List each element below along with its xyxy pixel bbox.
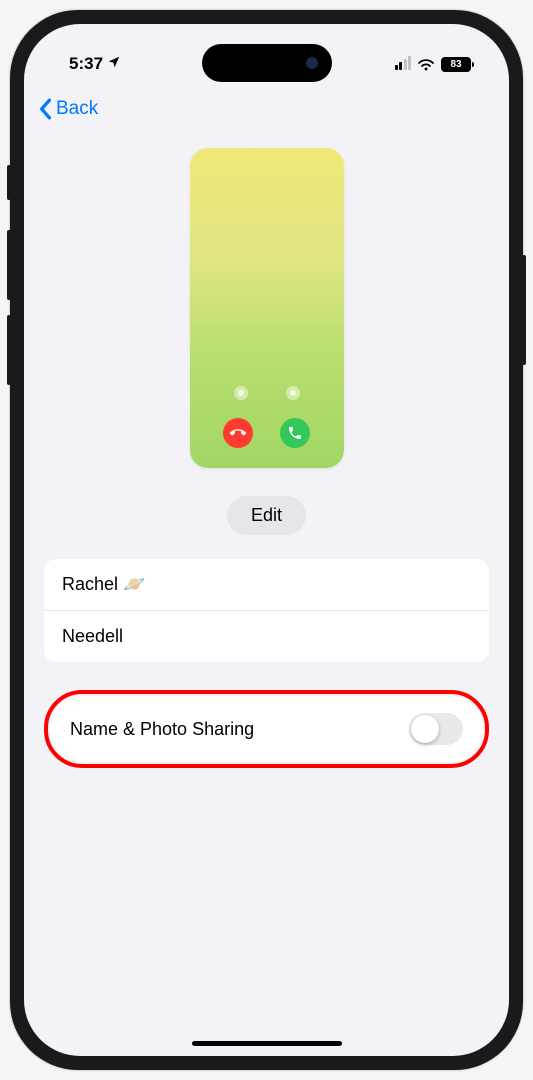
phone-frame: 5:37 83 (10, 10, 523, 1070)
status-left: 5:37 (69, 54, 121, 74)
name-fields-group: Rachel 🪐 Needell (44, 559, 489, 662)
front-camera (306, 57, 318, 69)
back-label: Back (56, 98, 98, 120)
nav-bar: Back (24, 86, 509, 128)
chevron-left-icon (38, 98, 52, 120)
location-icon (107, 54, 121, 74)
status-time: 5:37 (69, 54, 103, 74)
decline-call-icon (223, 418, 253, 448)
wifi-icon (417, 58, 435, 71)
sharing-group: Name & Photo Sharing (50, 696, 483, 762)
last-name-field[interactable]: Needell (44, 611, 489, 662)
sharing-label: Name & Photo Sharing (70, 719, 254, 740)
edit-button[interactable]: Edit (227, 496, 306, 535)
side-button-silence (7, 165, 11, 200)
content: Edit Rachel 🪐 Needell Name & Photo Shari… (24, 128, 509, 768)
message-mini-icon (234, 386, 248, 400)
voicemail-mini-icon (286, 386, 300, 400)
side-button-power (522, 255, 526, 365)
edit-section: Edit (44, 496, 489, 535)
highlight-annotation: Name & Photo Sharing (44, 690, 489, 768)
dynamic-island (202, 44, 332, 82)
status-right: 83 (395, 57, 475, 72)
name-photo-sharing-row: Name & Photo Sharing (50, 696, 483, 762)
poster-call-buttons (190, 418, 344, 448)
side-button-volume-down (7, 315, 11, 385)
battery-icon: 83 (441, 57, 474, 72)
first-name-field[interactable]: Rachel 🪐 (44, 559, 489, 611)
screen: 5:37 83 (24, 24, 509, 1056)
back-button[interactable]: Back (38, 98, 98, 120)
contact-poster-preview[interactable] (190, 148, 344, 468)
accept-call-icon (280, 418, 310, 448)
toggle-knob (411, 715, 439, 743)
poster-mini-icons (190, 386, 344, 400)
side-button-volume-up (7, 230, 11, 300)
home-indicator[interactable] (192, 1041, 342, 1046)
last-name-value: Needell (62, 626, 123, 647)
battery-percent: 83 (450, 59, 461, 70)
cellular-icon (395, 58, 412, 70)
first-name-value: Rachel 🪐 (62, 574, 145, 595)
name-photo-sharing-toggle[interactable] (409, 713, 463, 745)
